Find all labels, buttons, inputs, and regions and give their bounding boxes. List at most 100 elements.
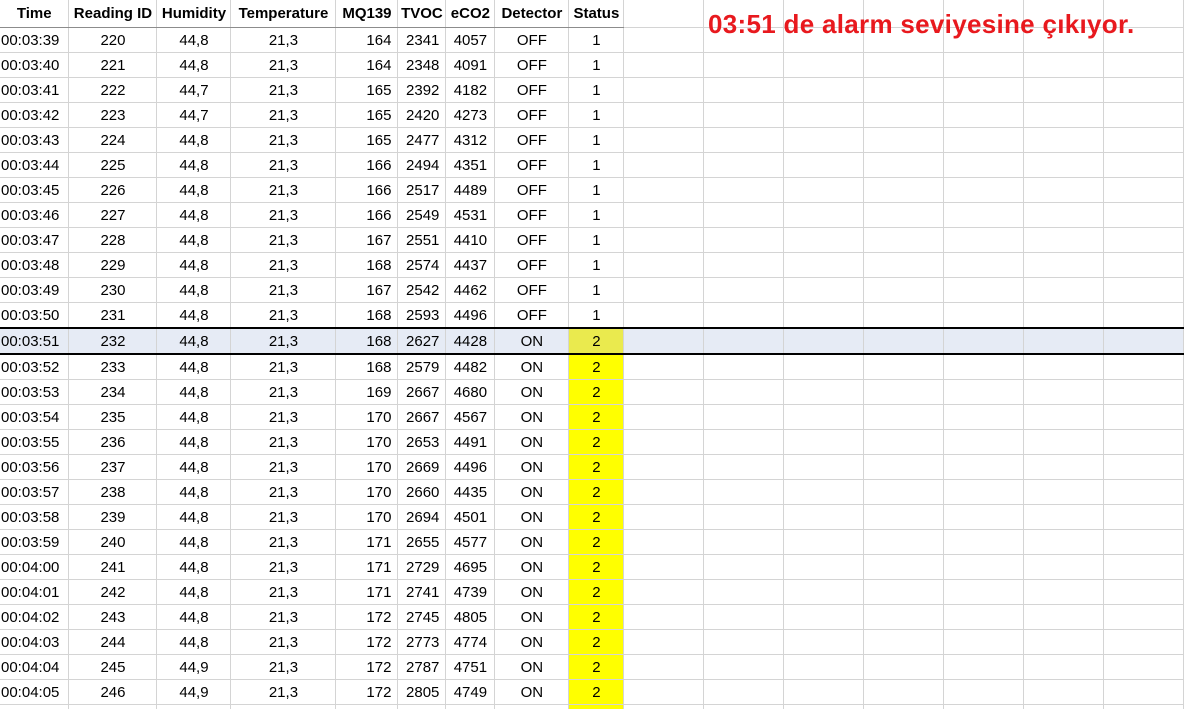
cell-eco2[interactable]: 4428 [445,327,496,355]
empty-cell[interactable] [943,102,1025,128]
cell-status[interactable]: 2 [568,404,625,430]
empty-cell[interactable] [1103,604,1184,630]
cell-tvoc[interactable]: 2542 [397,277,447,303]
empty-cell[interactable] [863,604,945,630]
cell-detector[interactable]: ON [494,629,570,655]
cell-tvoc[interactable]: 2773 [397,629,447,655]
empty-cell[interactable] [703,479,785,505]
cell-humidity[interactable]: 44,8 [156,302,232,329]
cell-time[interactable]: 00:03:48 [0,252,70,278]
empty-cell[interactable] [623,0,705,28]
empty-cell[interactable] [863,704,945,709]
header-reading-id[interactable]: Reading ID [68,0,158,28]
cell-eco2[interactable]: 4567 [445,404,496,430]
cell-humidity[interactable]: 44,8 [156,454,232,480]
empty-cell[interactable] [623,429,705,455]
table-row[interactable]: 00:04:0624744,921,317327874781ON2 [0,704,1184,709]
cell-humidity[interactable]: 44,8 [156,604,232,630]
cell-status[interactable]: 1 [568,202,625,228]
cell-time[interactable]: 00:03:49 [0,277,70,303]
empty-cell[interactable] [1023,429,1104,455]
empty-cell[interactable] [863,454,945,480]
cell-humidity[interactable]: 44,8 [156,429,232,455]
empty-cell[interactable] [1103,704,1184,709]
cell-mq139[interactable]: 170 [335,429,399,455]
empty-cell[interactable] [703,554,785,580]
empty-cell[interactable] [703,277,785,303]
cell-detector[interactable]: ON [494,504,570,530]
cell-reading-id[interactable]: 245 [68,654,158,680]
cell-tvoc[interactable]: 2660 [397,479,447,505]
empty-cell[interactable] [703,579,785,605]
empty-cell[interactable] [943,554,1025,580]
table-row[interactable]: 00:04:01 242 44,8 21,3 171 2741 4739 ON 2 [0,579,1184,605]
cell-time[interactable]: 00:03:45 [0,177,70,203]
empty-cell[interactable] [1103,554,1184,580]
data-grid[interactable]: Time Reading ID Humidity Temperature MQ1… [0,0,1184,709]
cell-tvoc[interactable]: 2579 [397,354,447,380]
cell-humidity[interactable]: 44,9 [156,679,232,705]
cell-tvoc[interactable]: 2574 [397,252,447,278]
empty-cell[interactable] [943,252,1025,278]
cell-detector[interactable]: ON [494,679,570,705]
cell-tvoc[interactable]: 2593 [397,302,447,329]
empty-cell[interactable] [1023,579,1104,605]
cell-temperature[interactable]: 21,3 [230,277,337,303]
empty-cell[interactable] [783,354,865,380]
cell-eco2[interactable]: 4057 [445,27,496,53]
empty-cell[interactable] [863,629,945,655]
cell-humidity[interactable]: 44,8 [156,127,232,153]
cell-temperature[interactable]: 21,3 [230,27,337,53]
cell-eco2[interactable]: 4312 [445,127,496,153]
cell-humidity[interactable]: 44,8 [156,27,232,53]
empty-cell[interactable] [943,679,1025,705]
empty-cell[interactable] [703,327,785,355]
empty-cell[interactable] [1023,227,1104,253]
empty-cell[interactable] [1103,429,1184,455]
cell-temperature[interactable]: 21,3 [230,52,337,78]
cell-humidity[interactable]: 44,8 [156,554,232,580]
empty-cell[interactable] [1023,404,1104,430]
empty-cell[interactable] [783,429,865,455]
cell-temperature[interactable]: 21,3 [230,177,337,203]
cell-detector[interactable]: OFF [494,152,570,178]
empty-cell[interactable] [943,654,1025,680]
cell-mq139[interactable]: 166 [335,177,399,203]
empty-cell[interactable] [1103,529,1184,555]
cell-detector[interactable]: OFF [494,102,570,128]
empty-cell[interactable] [1103,679,1184,705]
empty-cell[interactable] [943,152,1025,178]
cell-humidity[interactable]: 44,9 [156,704,232,709]
cell-tvoc[interactable]: 2655 [397,529,447,555]
empty-cell[interactable] [943,127,1025,153]
empty-cell[interactable] [703,202,785,228]
cell-tvoc[interactable]: 2517 [397,177,447,203]
cell-time[interactable]: 00:03:57 [0,479,70,505]
cell-temperature[interactable]: 21,3 [230,679,337,705]
empty-cell[interactable] [943,379,1025,405]
empty-cell[interactable] [863,52,945,78]
cell-mq139[interactable]: 173 [335,704,399,709]
cell-tvoc[interactable]: 2392 [397,77,447,103]
cell-detector[interactable]: OFF [494,252,570,278]
empty-cell[interactable] [943,629,1025,655]
empty-cell[interactable] [703,102,785,128]
cell-reading-id[interactable]: 225 [68,152,158,178]
empty-cell[interactable] [703,52,785,78]
cell-reading-id[interactable]: 230 [68,277,158,303]
empty-cell[interactable] [1103,327,1184,355]
empty-cell[interactable] [1023,479,1104,505]
cell-humidity[interactable]: 44,8 [156,379,232,405]
table-row[interactable]: 00:03:51 232 44,8 21,3 168 2627 4428 ON 2 [0,327,1184,355]
cell-humidity[interactable]: 44,8 [156,152,232,178]
cell-time[interactable]: 00:03:40 [0,52,70,78]
empty-cell[interactable] [943,579,1025,605]
cell-mq139[interactable]: 167 [335,277,399,303]
cell-mq139[interactable]: 172 [335,654,399,680]
cell-eco2[interactable]: 4491 [445,429,496,455]
cell-eco2[interactable]: 4182 [445,77,496,103]
cell-time[interactable]: 00:04:02 [0,604,70,630]
cell-mq139[interactable]: 172 [335,604,399,630]
cell-time[interactable]: 00:03:52 [0,354,70,380]
cell-time[interactable]: 00:03:50 [0,302,70,329]
